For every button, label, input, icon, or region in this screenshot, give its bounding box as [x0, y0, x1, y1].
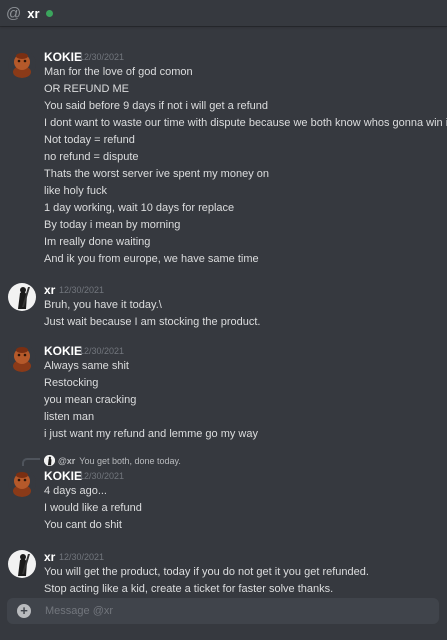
message-text: Man for the love of god comon: [44, 66, 193, 78]
message-composer[interactable]: + Message @xr: [7, 598, 439, 624]
message-text: you mean cracking: [44, 394, 137, 406]
message-text: You will get the product, today if you d…: [44, 566, 369, 578]
message-group: xr 12/30/2021 You will get the product, …: [0, 548, 447, 596]
message-text: I dont want to waste our time with dispu…: [44, 117, 447, 129]
message-timestamp: 12/30/2021: [79, 471, 125, 481]
message-text: Stop acting like a kid, create a ticket …: [44, 583, 334, 595]
message-text: And ik you from europe, we have same tim…: [44, 253, 259, 265]
message-text: I would like a refund: [44, 502, 142, 514]
message-text: listen man: [44, 411, 95, 423]
message-group: KOKIE 12/30/2021 Always same shit Restoc…: [0, 342, 447, 446]
message-text: like holy fuck: [44, 185, 107, 197]
reply-text: You get both, done today.: [79, 455, 181, 466]
reply-spine: [22, 458, 40, 466]
user-avatar[interactable]: [8, 50, 36, 78]
user-avatar[interactable]: [8, 469, 36, 497]
online-status-icon: [45, 9, 53, 17]
reply-avatar: [44, 455, 55, 466]
message-author[interactable]: KOKIE: [44, 469, 82, 483]
message-input[interactable]: Message @xr: [45, 605, 113, 617]
message-group: @xr You get both, done today. KOKIE 12/3…: [0, 453, 447, 539]
channel-title: xr: [27, 5, 40, 21]
message-author[interactable]: KOKIE: [44, 344, 82, 358]
message-text: Thats the worst server ive spent my mone…: [44, 168, 269, 180]
message-author[interactable]: KOKIE: [44, 50, 82, 64]
message-text: 4 days ago...: [44, 485, 107, 497]
user-avatar[interactable]: [8, 550, 36, 578]
message-text: i just want my refund and lemme go my wa…: [44, 428, 258, 440]
message-timestamp: 12/30/2021: [59, 552, 105, 562]
message-text: You said before 9 days if not i will get…: [44, 100, 269, 112]
message-author[interactable]: xr: [44, 283, 55, 297]
message-text: Not today = refund: [44, 134, 135, 146]
user-avatar[interactable]: [8, 283, 36, 311]
message-text: no refund = dispute: [44, 151, 139, 163]
message-text: 1 day working, wait 10 days for replace: [44, 202, 235, 214]
message-author[interactable]: xr: [44, 550, 55, 564]
message-text: Always same shit: [44, 360, 129, 372]
reply-author: @xr: [58, 455, 76, 466]
message-list: KOKIE 12/30/2021 Man for the love of god…: [0, 26, 447, 596]
reply-preview[interactable]: @xr You get both, done today.: [44, 455, 181, 466]
plus-circle-icon[interactable]: +: [17, 604, 31, 618]
user-avatar[interactable]: [8, 344, 36, 372]
message-text: Bruh, you have it today.\: [44, 299, 162, 311]
message-text: By today i mean by morning: [44, 219, 181, 231]
message-group: KOKIE 12/30/2021 Man for the love of god…: [0, 48, 447, 270]
message-timestamp: 12/30/2021: [79, 346, 125, 356]
message-text: Just wait because I am stocking the prod…: [44, 316, 261, 328]
message-timestamp: 12/30/2021: [79, 52, 125, 62]
message-text: OR REFUND ME: [44, 83, 129, 95]
message-timestamp: 12/30/2021: [59, 285, 105, 295]
at-icon: @: [6, 4, 22, 22]
channel-header: @ xr: [0, 0, 447, 26]
message-group: xr 12/30/2021 Bruh, you have it today.\ …: [0, 281, 447, 331]
message-text: You cant do shit: [44, 519, 122, 531]
message-text: Im really done waiting: [44, 236, 151, 248]
message-text: Restocking: [44, 377, 99, 389]
